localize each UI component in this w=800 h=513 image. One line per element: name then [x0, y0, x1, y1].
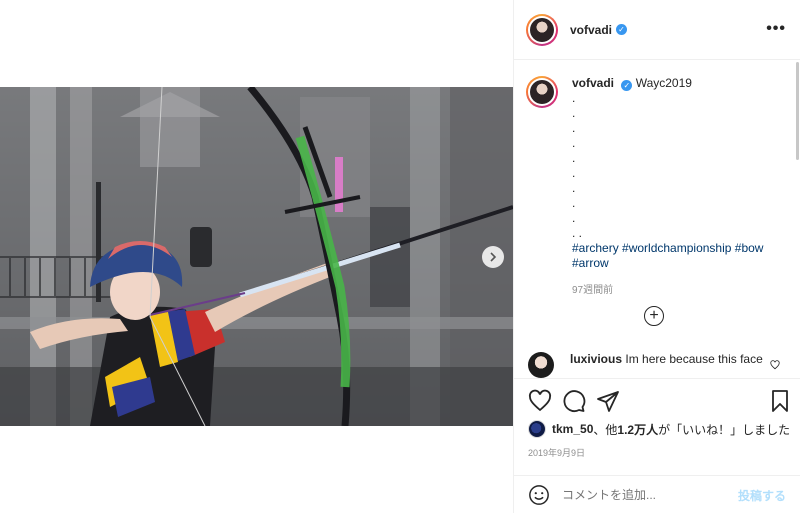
caption-username[interactable]: vofvadi: [572, 76, 614, 90]
comment-username[interactable]: luxivious: [570, 352, 622, 366]
avatar[interactable]: [526, 76, 558, 108]
comments-section: vofvadi ✓ Wayc2019 . . . . . . . . . . .: [514, 60, 800, 378]
add-comment-bar: 投稿する: [514, 475, 800, 513]
comment-input[interactable]: [562, 488, 722, 502]
avatar[interactable]: [526, 13, 558, 46]
header-username[interactable]: vofvadi: [570, 23, 612, 37]
verified-badge-icon: ✓: [621, 80, 633, 91]
caption-line: . .: [572, 226, 583, 240]
comment-icon[interactable]: [562, 389, 586, 413]
post-comment-button[interactable]: 投稿する: [738, 487, 786, 504]
bookmark-icon[interactable]: [768, 389, 792, 413]
caption-dots: . . . . . . . . . . .: [572, 91, 786, 241]
caption: vofvadi ✓ Wayc2019 . . . . . . . . . . .: [526, 76, 786, 298]
action-bar: tkm_50 、他 1.2万人 が「いいね！」しました 2019年9月9日 投稿…: [514, 378, 800, 513]
liker-username[interactable]: tkm_50: [552, 422, 593, 436]
post-photo[interactable]: [0, 87, 513, 426]
caption-timestamp[interactable]: 97週間前: [572, 283, 786, 298]
more-options-icon[interactable]: •••: [766, 20, 786, 38]
post-side-panel: vofvadi ✓ ••• vofvadi ✓ Wayc2019 . . . .…: [513, 0, 800, 513]
chevron-right-icon: [490, 252, 497, 262]
caption-line: .: [572, 151, 576, 165]
comments-scrollbar[interactable]: [796, 62, 799, 160]
avatar[interactable]: [528, 420, 546, 438]
plus-circle-icon[interactable]: +: [644, 306, 664, 326]
heart-icon[interactable]: [528, 389, 552, 413]
action-icons: [528, 389, 790, 413]
caption-line: .: [572, 211, 576, 225]
caption-line: .: [572, 181, 576, 195]
caption-line: .: [572, 196, 576, 210]
hashtag-link[interactable]: #arrow: [572, 256, 609, 270]
paper-plane-icon[interactable]: [596, 389, 620, 413]
post-header: vofvadi ✓ •••: [514, 0, 800, 60]
post-date[interactable]: 2019年9月9日: [528, 446, 585, 459]
hashtag-link[interactable]: #archery: [572, 241, 619, 255]
comment-text: Im here because this face: [625, 352, 763, 366]
caption-line: .: [572, 166, 576, 180]
caption-line: .: [572, 121, 576, 135]
caption-text: Wayc2019: [635, 76, 692, 90]
caption-line: .: [572, 136, 576, 150]
media-pane: [0, 0, 513, 513]
likes-summary: tkm_50 、他 1.2万人 が「いいね！」しました: [528, 420, 790, 438]
next-image-button[interactable]: [482, 246, 504, 268]
likes-text: 、他: [593, 422, 618, 437]
hashtags: #archery #worldchampionship #bow #arrow: [572, 241, 786, 271]
likes-text: が「いいね！」しました: [658, 422, 791, 437]
comment-item: luxivious Im here because this face: [528, 352, 790, 378]
caption-line: .: [572, 106, 576, 120]
emoji-icon[interactable]: [528, 484, 550, 506]
heart-icon[interactable]: [770, 360, 780, 370]
likes-count[interactable]: 1.2万人: [617, 421, 658, 438]
hashtag-link[interactable]: #worldchampionship: [622, 241, 731, 255]
verified-badge-icon: ✓: [616, 24, 628, 35]
hashtag-link[interactable]: #bow: [735, 241, 764, 255]
avatar[interactable]: [528, 352, 554, 378]
caption-line: .: [572, 91, 576, 105]
